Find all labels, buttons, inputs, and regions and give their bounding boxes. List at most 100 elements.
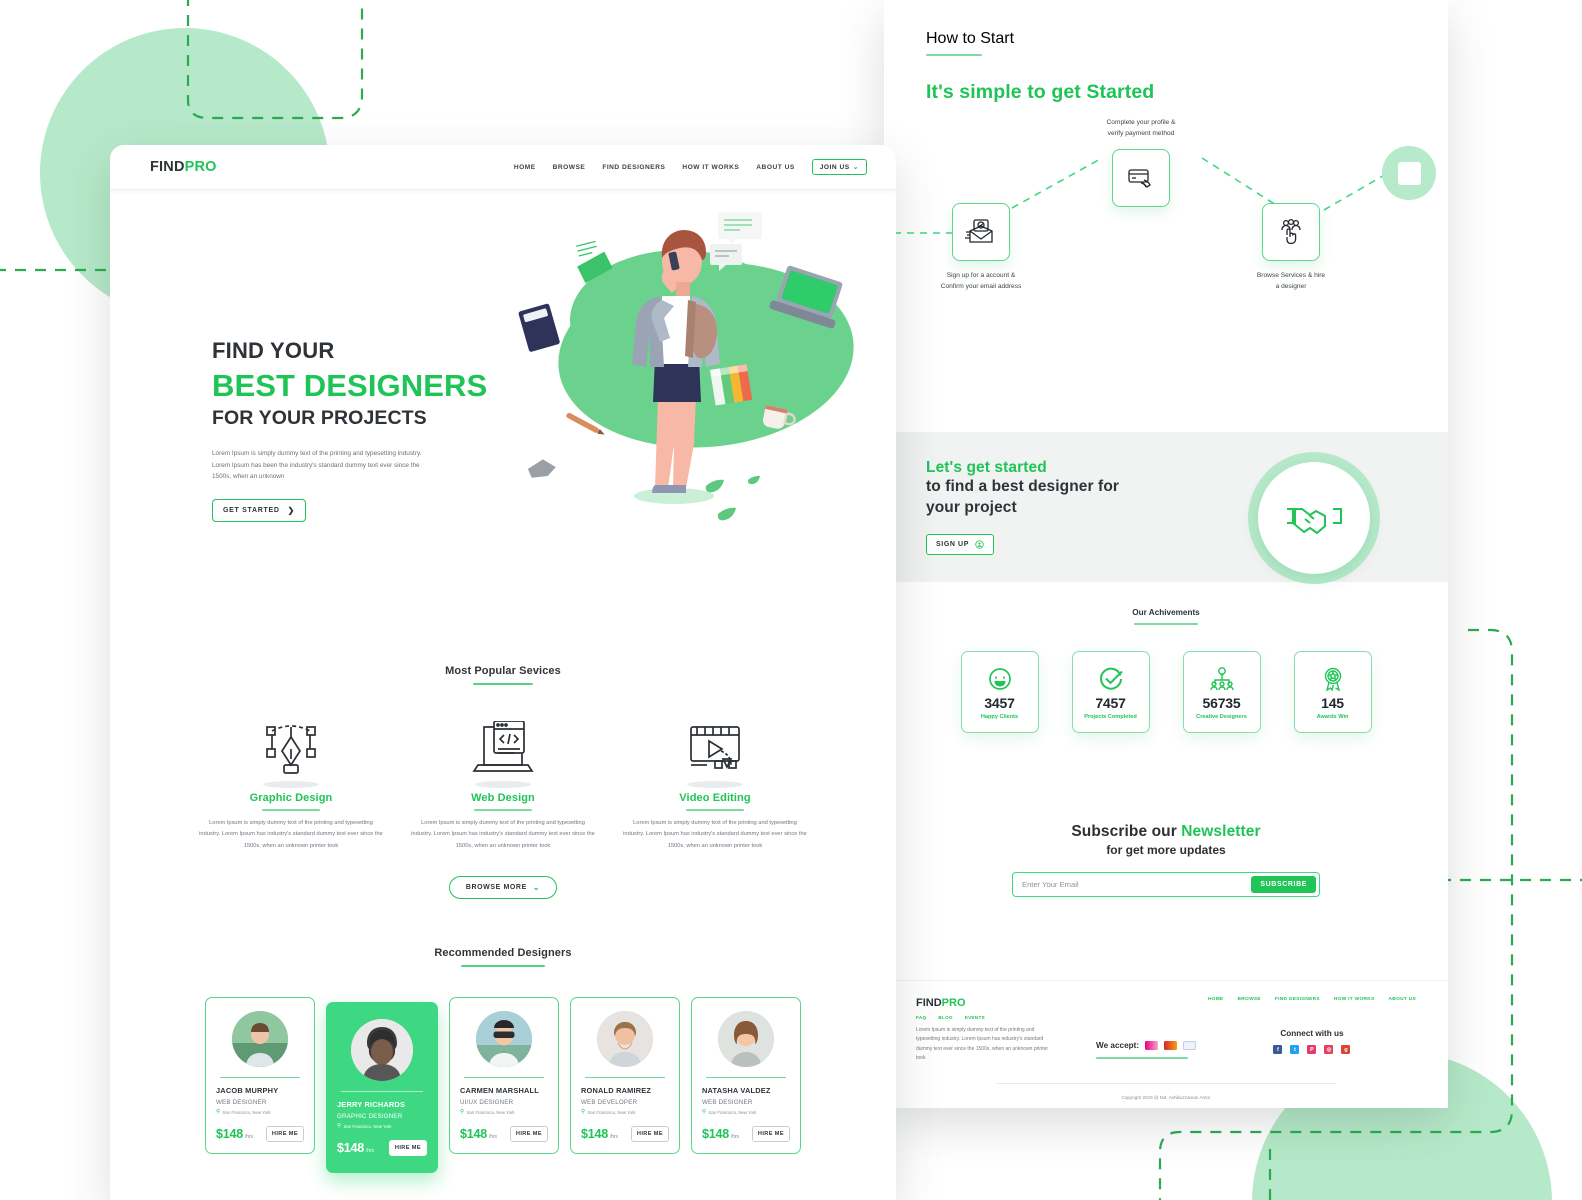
copyright-text: Copyright 2019 @ Md. Ashikuzzaman Antor [1121,1095,1211,1100]
designer-role: GRAPHIC DESIGNER [337,1112,403,1120]
hire-me-button[interactable]: HIRE ME [630,1126,669,1143]
join-us-label: JOIN US [819,163,850,171]
newsletter-heading-dark: Subscribe our [1071,823,1182,840]
credit-card-hand-icon[interactable] [1112,148,1170,207]
footer-logo-pro: PRO [941,997,966,1009]
handshake-badge [1248,452,1380,584]
designers-title-underline [461,964,545,967]
designer-card[interactable]: NATASHA VALDEZ WEB DESIGNER ⚲ San Francis… [691,996,801,1155]
card-divider [464,1076,544,1078]
services-title-underline [473,683,533,686]
footer-nav-browse[interactable]: BROWSE [1238,997,1261,1002]
designer-card-featured[interactable]: JERRY RICHARDS GRAPHIC DESIGNER ⚲ San Fra… [326,1001,438,1174]
footer-nav-home[interactable]: HOME [1208,997,1224,1002]
avatar [232,1010,288,1067]
pen-tool-icon [198,715,384,777]
site-logo[interactable]: FINDPRO [150,159,217,175]
footer-right-block: HOME BROWSE FIND DESIGNERS HOW IT WORKS … [1208,997,1416,1063]
stat-label: Creative Designers [1196,714,1247,721]
service-text: Lorem Ipsum is simply dummy text of the … [623,820,807,849]
team-idea-icon [1209,664,1235,694]
designer-name: RONALD RAMIREZ [581,1085,652,1095]
nav-item-about-us[interactable]: ABOUT US [756,164,794,171]
achievements-underline [1134,623,1198,626]
designers-title-text: Recommended Designers [434,946,572,959]
footer-nav: HOME BROWSE FIND DESIGNERS HOW IT WORKS … [1208,997,1416,1002]
designer-cards-row: JACOB MURPHY WEB DESIGNER ⚲ San Francisco… [110,996,896,1174]
hire-me-button[interactable]: HIRE ME [265,1126,304,1143]
hire-me-button[interactable]: HIRE ME [388,1140,427,1157]
browse-more-button[interactable]: BROWSE MORE ⌄ [448,875,558,899]
join-us-button[interactable]: JOIN US ⌄ [811,159,867,175]
service-card-web-design[interactable]: Web Design Lorem Ipsum is simply dummy t… [410,715,596,851]
award-badge-icon [1320,664,1346,694]
designer-card[interactable]: CARMEN MARSHALL UI/UX DESIGNER ⚲ San Fran… [449,996,559,1155]
main-nav: HOME BROWSE FIND DESIGNERS HOW IT WORKS … [514,159,867,175]
pinterest-icon[interactable]: P [1307,1045,1317,1054]
hire-me-button[interactable]: HIRE ME [751,1126,790,1143]
designer-role: WEB DESIGNER [702,1098,753,1106]
card-divider [585,1076,665,1078]
get-started-button[interactable]: GET STARTED ❯ [212,499,306,523]
footer-logo[interactable]: FINDPRO [916,997,1056,1009]
stat-label: Happy Clients [980,714,1019,721]
browse-more-wrapper: BROWSE MORE ⌄ [110,875,896,899]
footer-link-events[interactable]: EVENTS [965,1015,985,1020]
email-input[interactable] [1022,880,1252,889]
location-text: San Francisco, New York [343,1123,392,1129]
twitter-icon[interactable]: t [1290,1045,1300,1054]
user-circle-icon [975,540,984,549]
location-pin-icon: ⚲ [216,1109,221,1116]
services-list: Graphic Design Lorem Ipsum is simply dum… [110,715,896,851]
mastercard-icon [1145,1041,1159,1050]
rate-unit: /hrs [366,1148,374,1155]
newsletter-subheading: for get more updates [1106,843,1226,857]
price-value: $148 [460,1127,488,1142]
facebook-icon[interactable]: f [1273,1045,1283,1054]
stat-value: 7457 [1095,695,1126,712]
nav-item-how-it-works[interactable]: HOW IT WORKS [682,164,739,171]
step-complete-profile: Complete your profile & verify payment me… [1056,118,1226,207]
people-click-icon[interactable] [1262,203,1320,262]
designer-price: $148/hrs [337,1141,374,1155]
location-pin-icon: ⚲ [337,1123,342,1130]
copyright-divider [996,1083,1336,1084]
cta-heading-dark-1: to find a best designer for [926,478,1120,496]
service-name: Video Editing [679,792,751,805]
stat-value: 145 [1321,695,1344,712]
paypal-icon [1183,1041,1197,1050]
nav-item-find-designers[interactable]: FIND DESIGNERS [602,164,665,171]
footer-about-text: Lorem Ipsum is simply dummy text of the … [916,1027,1049,1061]
right-page-sheet: How to Start It's simple to get Started … [884,0,1448,1108]
envelope-check-icon[interactable] [952,203,1010,262]
footer-link-blog[interactable]: BLOG [938,1015,952,1020]
designer-card[interactable]: RONALD RAMIREZ WEB DEVELOPER ⚲ San Franci… [570,996,680,1155]
nav-item-browse[interactable]: BROWSE [553,164,586,171]
service-text: Lorem Ipsum is simply dummy text of the … [199,820,383,849]
service-card-graphic-design[interactable]: Graphic Design Lorem Ipsum is simply dum… [198,715,384,851]
sign-up-button[interactable]: SIGN UP [926,533,994,555]
nav-item-home[interactable]: HOME [514,164,536,171]
designer-card[interactable]: JACOB MURPHY WEB DESIGNER ⚲ San Francisco… [205,996,315,1155]
hire-me-button[interactable]: HIRE ME [509,1126,548,1143]
designer-price: $148/hrs [581,1127,618,1141]
footer-nav-find-designers[interactable]: FIND DESIGNERS [1275,997,1320,1002]
service-card-video-editing[interactable]: Video Editing Lorem Ipsum is simply dumm… [622,715,808,851]
designer-price: $148/hrs [460,1127,497,1141]
google-plus-icon[interactable]: g [1341,1045,1351,1054]
hero-illustration [510,200,880,550]
sign-up-label: SIGN UP [936,540,969,548]
left-page-sheet: FINDPRO HOME BROWSE FIND DESIGNERS HOW I… [110,145,896,1200]
hero-line-3: FOR YOUR PROJECTS [212,407,427,430]
instagram-icon[interactable]: ◎ [1324,1045,1334,1054]
subscribe-button[interactable]: SUBSCRIBE [1251,876,1316,893]
get-started-cta-band: Let's get started to find a best designe… [884,432,1448,584]
social-links: f t P ◎ g [1208,1045,1416,1054]
footer-mini-links: FAQ BLOG EVENTS [916,1015,1056,1020]
logo-find: FIND [150,159,185,175]
footer-link-faq[interactable]: FAQ [916,1015,926,1020]
how-to-start-section: How to Start It's simple to get Started [884,0,1448,104]
footer-nav-how-it-works[interactable]: HOW IT WORKS [1334,997,1375,1002]
card-divider [706,1076,786,1078]
footer-nav-about-us[interactable]: ABOUT US [1389,997,1416,1002]
